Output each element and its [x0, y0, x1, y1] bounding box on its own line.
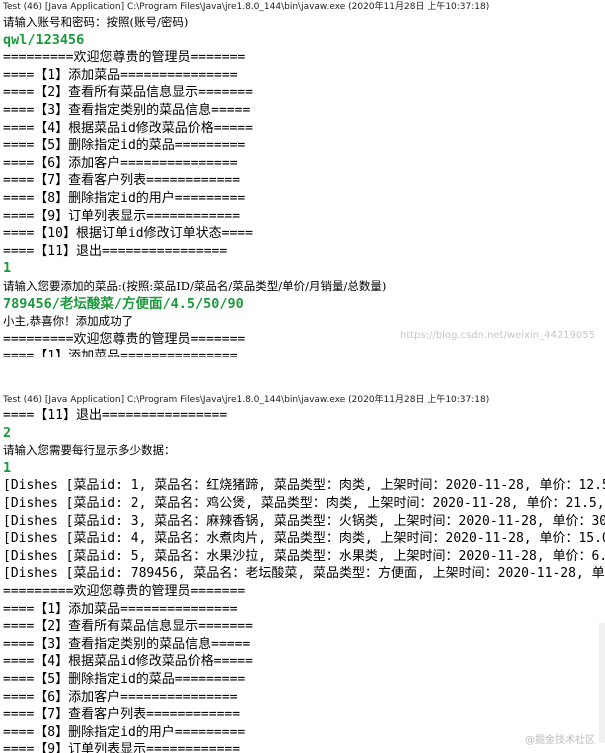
console-output-line: ====【4】根据菜品id修改菜品价格=====	[3, 120, 253, 136]
console-output-line: ====【5】删除指定id的菜品=========	[3, 138, 246, 154]
console-output-line: ====【8】删除指定id的用户=========	[3, 724, 246, 740]
console-output[interactable]: ====【11】退出================ 2 请输入您需要每行显示多少数…	[3, 407, 605, 753]
console-title-bar: Test (46) [Java Application] C:\Program …	[0, 0, 605, 14]
console-output[interactable]: 请输入账号和密码：按照(账号/密码) qwl/123456 =========欢迎您…	[3, 14, 605, 357]
console-output-line: ====【9】订单列表显示============	[3, 742, 241, 753]
console-user-input-line: qwl/123456	[3, 31, 85, 48]
console-output-line: [Dishes [菜品id: 3, 菜品名：麻辣香锅, 菜品类型：火锅类, 上架…	[3, 513, 605, 529]
console-output-line: ====【8】删除指定id的用户=========	[3, 190, 246, 206]
console-output-line: ====【11】退出================	[3, 408, 228, 423]
console-output-line: 请输入您需要每行显示多少数据：	[3, 443, 176, 458]
console-output-line: ====【6】添加客户===============	[3, 155, 238, 171]
console-user-input-line: 2	[3, 424, 12, 441]
console-output-line: 小主,恭喜你！添加成功了	[3, 314, 134, 329]
console-output-line: ====【3】查看指定类别的菜品信息=====	[3, 102, 251, 118]
console-output-line: ====【1】添加菜品===============	[3, 349, 238, 357]
console-output-line: 请输入您要添加的菜品:(按照:菜品ID/菜品名/菜品类型/单价/月销量/总数量)	[3, 278, 387, 293]
console-output-line: =========欢迎您尊贵的管理员=======	[3, 583, 246, 599]
console-user-input-line: 1	[3, 260, 12, 277]
console-output-line: 请输入账号和密码：按照(账号/密码)	[3, 15, 189, 29]
watermark-text: https://blog.csdn.net/weixin_44219055	[399, 330, 595, 341]
console-output-line: [Dishes [菜品id: 789456, 菜品名：老坛酸菜, 菜品类型：方便…	[3, 566, 605, 582]
console-user-input-line: 1	[3, 459, 12, 476]
panel-separator	[0, 357, 605, 393]
vertical-scrollbar[interactable]	[599, 623, 605, 743]
console-output-line: ====【2】查看所有菜品信息显示=======	[3, 619, 253, 635]
console-title-bar: Test (46) [Java Application] C:\Program …	[0, 393, 605, 407]
console-output-line: ====【1】添加菜品===============	[3, 67, 238, 83]
console-output-line: ====【4】根据菜品id修改菜品价格=====	[3, 654, 253, 670]
console-output-line: =========欢迎您尊贵的管理员=======	[3, 50, 246, 66]
console-output-line: ====【10】根据订单id修改订单状态====	[3, 226, 253, 242]
console-panel-bottom: Test (46) [Java Application] C:\Program …	[0, 393, 605, 753]
console-output-line: [Dishes [菜品id: 2, 菜品名：鸡公煲, 菜品类型：肉类, 上架时间…	[3, 495, 605, 511]
console-output-line: ====【3】查看指定类别的菜品信息=====	[3, 636, 251, 652]
console-output-line: ====【2】查看所有菜品信息显示=======	[3, 85, 253, 101]
console-output-line: [Dishes [菜品id: 1, 菜品名：红烧猪蹄, 菜品类型：肉类, 上架时…	[3, 478, 605, 494]
watermark-text: @掘金技术社区	[525, 735, 595, 746]
console-output-line: ====【7】查看客户列表============	[3, 707, 241, 723]
console-user-input-line: 789456/老坛酸菜/方便面/4.5/50/90	[3, 295, 244, 312]
console-output-line: [Dishes [菜品id: 5, 菜品名：水果沙拉, 菜品类型：水果类, 上架…	[3, 548, 605, 564]
console-output-line: ====【7】查看客户列表============	[3, 173, 241, 189]
console-panel-top: Test (46) [Java Application] C:\Program …	[0, 0, 605, 357]
console-output-line: ====【11】退出================	[3, 243, 228, 259]
console-output-line: ====【9】订单列表显示============	[3, 208, 241, 224]
console-output-line: ====【5】删除指定id的菜品=========	[3, 671, 246, 687]
console-output-line: ====【1】添加菜品===============	[3, 601, 238, 617]
console-output-line: ====【6】添加客户===============	[3, 689, 238, 705]
console-output-line: [Dishes [菜品id: 4, 菜品名：水煮肉片, 菜品类型：肉类, 上架时…	[3, 531, 605, 547]
